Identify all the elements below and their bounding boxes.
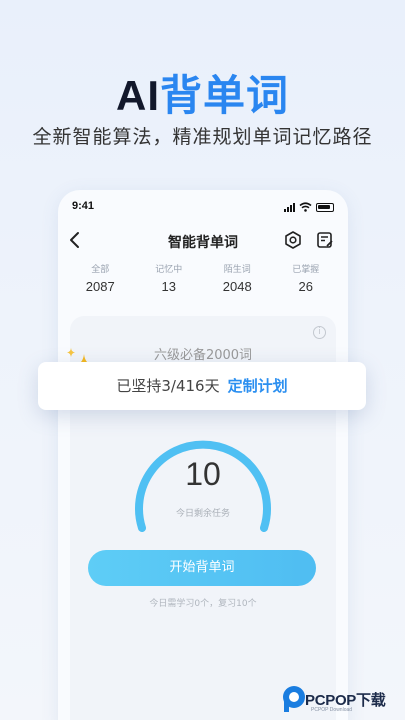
- start-button[interactable]: 开始背单词: [88, 550, 316, 586]
- remaining-count: 10: [185, 456, 221, 492]
- stat-unfamiliar[interactable]: 陌生词 2048: [207, 262, 267, 294]
- stat-value: 26: [298, 279, 313, 294]
- battery-icon: [316, 202, 334, 212]
- pcpop-logo-icon: [283, 686, 305, 712]
- stat-label: 已掌握: [292, 265, 320, 275]
- custom-plan-link[interactable]: 定制计划: [228, 377, 288, 395]
- stat-label: 全部: [91, 265, 110, 275]
- stat-all[interactable]: 全部 2087: [70, 262, 130, 294]
- stat-label: 陌生词: [223, 265, 251, 275]
- promo-title-ai: AI: [115, 72, 160, 119]
- page-title: 智能背单词: [168, 235, 238, 251]
- stat-memorizing[interactable]: 记忆中 13: [139, 262, 199, 294]
- stat-label: 记忆中: [155, 265, 183, 275]
- watermark: PCPOP下载 PCPOP Download: [281, 683, 405, 719]
- promo-title-rest: 背单词: [159, 71, 289, 120]
- signal-icon: [284, 202, 295, 212]
- stat-value: 2048: [222, 279, 252, 294]
- wifi-icon: [299, 202, 312, 212]
- streak-popup: 已坚持3/416天 定制计划: [38, 362, 366, 410]
- stat-mastered[interactable]: 已掌握 26: [276, 262, 336, 294]
- streak-text: 已坚持3/416天: [116, 377, 220, 395]
- navbar: 智能背单词: [58, 228, 348, 254]
- today-note: 今日需学习0个，复习10个: [149, 599, 257, 609]
- settings-hex-icon[interactable]: [283, 230, 303, 250]
- promo-title: AI背单词: [0, 62, 405, 123]
- promo-subtitle: 全新智能算法，精准规划单词记忆路径: [32, 126, 373, 148]
- watermark-sub: PCPOP Download: [311, 707, 353, 713]
- book-title[interactable]: 六级必备2000词: [70, 344, 336, 363]
- stat-value: 2087: [85, 279, 115, 294]
- stats-row: 全部 2087 记忆中 13 陌生词 2048 已掌握 26: [58, 262, 348, 294]
- stat-value: 13: [161, 279, 176, 294]
- word-list-edit-icon[interactable]: [315, 230, 335, 250]
- status-bar: 9:41: [72, 200, 334, 216]
- status-time: 9:41: [72, 200, 95, 212]
- info-icon[interactable]: i: [313, 326, 326, 339]
- remaining-label: 今日剩余任务: [175, 509, 230, 519]
- phone-screen: 9:41 智能背单词 全部 2087 记忆中 13 陌生词 2048 已掌握 2…: [58, 190, 348, 720]
